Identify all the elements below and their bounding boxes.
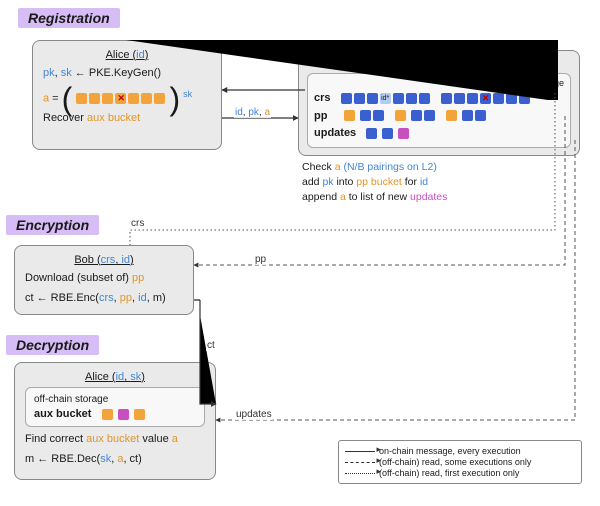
sk-superscript: sk <box>183 89 192 99</box>
alice-reg-title-name: Alice <box>106 49 130 61</box>
updates-row: updates <box>314 125 564 142</box>
bob-crs: crs <box>101 254 116 266</box>
alice-bucket-strip <box>75 92 169 104</box>
adf-b: aux bucket <box>86 433 139 445</box>
section-encryption-label: Encryption <box>6 215 99 235</box>
edge-label-reg: id, pk, a <box>234 107 271 118</box>
smart-contract-title: Smart contract <box>307 57 571 69</box>
adr-sk: sk <box>100 453 111 465</box>
bob-crs2: crs <box>99 292 114 304</box>
sc-n2b: pk <box>322 176 333 188</box>
legend-dotted-icon <box>345 473 375 474</box>
close-paren-icon: ) <box>169 80 180 116</box>
sc-n3c: to list of new <box>346 191 410 203</box>
bob-download: Download (subset of) pp <box>25 270 183 287</box>
alice-reg-a-eq: a = ( ) sk <box>43 88 211 107</box>
legend-row-3: (off-chain) read, first execution only <box>345 468 575 478</box>
idstar-label: id* <box>380 93 391 104</box>
alice-dec-id: id <box>116 371 125 383</box>
legend-l1-text: on-chain message, every execution <box>379 446 521 456</box>
pp-label: pp <box>314 110 327 122</box>
alice-dec-sk: sk <box>130 371 141 383</box>
bob-ct-a: ct ← RBE.Enc( <box>25 292 99 304</box>
sc-n2c: into <box>334 176 357 188</box>
bob-id2: id <box>138 292 147 304</box>
sc-note-3: append a to list of new updates <box>302 190 580 205</box>
bob-box: Bob (crs, id) Download (subset of) pp ct… <box>14 245 194 315</box>
bob-ct-line: ct ← RBE.Enc(crs, pp, id, m) <box>25 290 183 307</box>
updates-label: updates <box>314 127 356 139</box>
edge-label-ct: ct <box>206 340 216 351</box>
offchain-label: off-chain storage <box>34 394 196 405</box>
sc-n2d: pp bucket <box>356 176 402 188</box>
bob-pp2: pp <box>120 292 132 304</box>
edge-label-pp: pp <box>254 254 267 265</box>
legend-box: on-chain message, every execution (off-c… <box>338 440 582 484</box>
alice-dec-rbe: m ← RBE.Dec(sk, a, ct) <box>25 451 205 468</box>
adr-a: m <box>25 453 34 465</box>
eq-sign: = <box>49 92 62 104</box>
bob-close: ) <box>162 292 166 304</box>
alice-reg-title: Alice (id) <box>43 49 211 61</box>
bob-m: m <box>153 292 162 304</box>
offchain-storage-box: off-chain storage aux bucket <box>25 387 205 427</box>
bob-title: Bob (crs, id) <box>25 254 183 266</box>
adr-b: ← RBE.Dec( <box>34 453 100 465</box>
sc-note1-b: a <box>335 161 341 173</box>
adf-c: value <box>139 433 171 445</box>
el-pk: pk <box>248 107 259 118</box>
crs-label: crs <box>314 92 331 104</box>
sc-n3d: updates <box>410 191 447 203</box>
smart-contract-box: Smart contract On-chain storage crs id* … <box>298 50 580 156</box>
crs-row: crs id* <box>314 90 564 107</box>
adr-d: , ct) <box>123 453 141 465</box>
legend-l2-text: (off-chain) read, some executions only <box>379 457 531 467</box>
alice-registration-box: Alice (id) pk, sk ← PKE.KeyGen() a = ( )… <box>32 40 222 150</box>
onchain-storage-box: On-chain storage crs id* pp updates <box>307 73 571 148</box>
alice-reg-keygen: pk, sk ← PKE.KeyGen() <box>43 65 211 82</box>
alice-reg-id: id <box>136 49 145 61</box>
section-registration-label: Registration <box>18 8 120 28</box>
sc-n2f: id <box>420 176 428 188</box>
alice-dec-name: Alice <box>85 371 109 383</box>
legend-dashed-icon <box>345 462 375 463</box>
pk-var: pk <box>43 67 55 79</box>
bob-name: Bob <box>74 254 94 266</box>
sc-n3a: append <box>302 191 340 203</box>
alice-dec-box: Alice (id, sk) off-chain storage aux buc… <box>14 362 216 480</box>
sc-n2a: add <box>302 176 322 188</box>
alice-dec-title: Alice (id, sk) <box>25 371 205 383</box>
adf-a: Find correct <box>25 433 86 445</box>
sc-note-2: add pk into pp bucket for id <box>302 175 580 190</box>
keygen-rest: ← PKE.KeyGen() <box>72 67 161 79</box>
edge-label-updates: updates <box>235 409 273 420</box>
el-id: id <box>235 107 243 118</box>
pp-row: pp <box>314 108 564 125</box>
legend-solid-icon <box>345 451 375 452</box>
bob-pp: pp <box>132 272 144 284</box>
edge-label-crs: crs <box>130 218 145 229</box>
onchain-label: On-chain storage <box>314 78 564 88</box>
sc-note1-a: Check <box>302 161 335 173</box>
sc-note1-pairings: (N/B pairings on L2) <box>343 161 436 173</box>
sc-n2e: for <box>402 176 420 188</box>
sc-note-1: Check a (N/B pairings on L2) <box>302 160 580 175</box>
aux-bucket-row: aux bucket <box>34 408 196 420</box>
bob-id: id <box>121 254 130 266</box>
bob-dl-text: Download (subset of) <box>25 272 132 284</box>
adf-d: a <box>172 433 178 445</box>
aux-bucket-text: aux bucket <box>87 112 140 124</box>
legend-l3-text: (off-chain) read, first execution only <box>379 468 519 478</box>
aux-bucket-label: aux bucket <box>34 408 91 420</box>
recover-label: Recover <box>43 112 87 124</box>
smart-contract-notes: Check a (N/B pairings on L2) add pk into… <box>302 160 580 206</box>
section-decryption-label: Decryption <box>6 335 99 355</box>
el-a: a <box>264 107 270 118</box>
alice-dec-find: Find correct aux bucket value a <box>25 431 205 448</box>
alice-reg-recover: Recover aux bucket <box>43 110 211 127</box>
sk-var: sk <box>61 67 72 79</box>
